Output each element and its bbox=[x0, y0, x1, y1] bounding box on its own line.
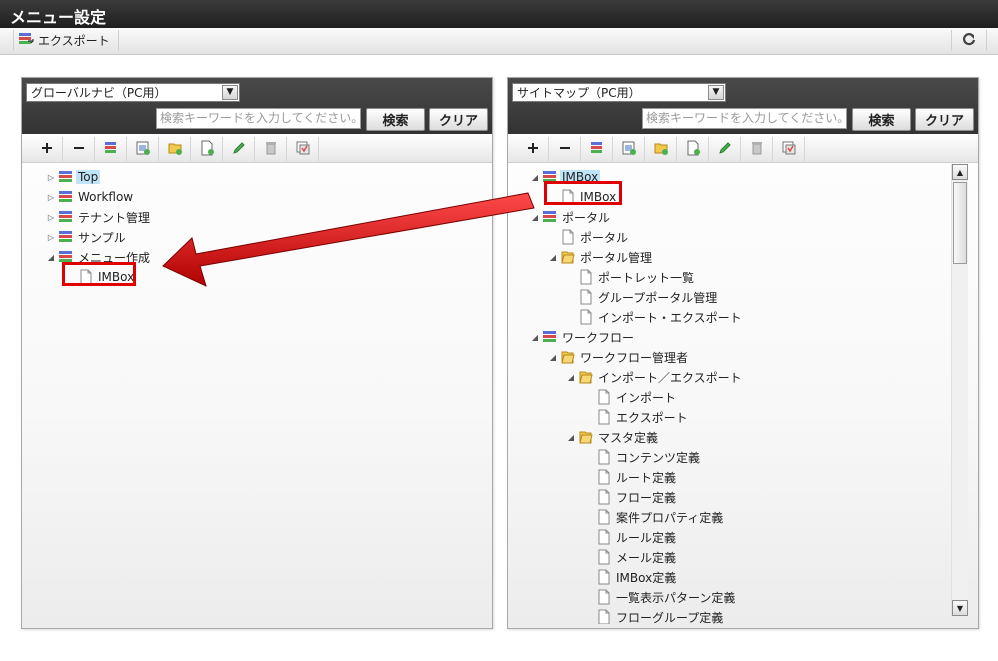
drag-arrow-annotation bbox=[162, 192, 535, 287]
